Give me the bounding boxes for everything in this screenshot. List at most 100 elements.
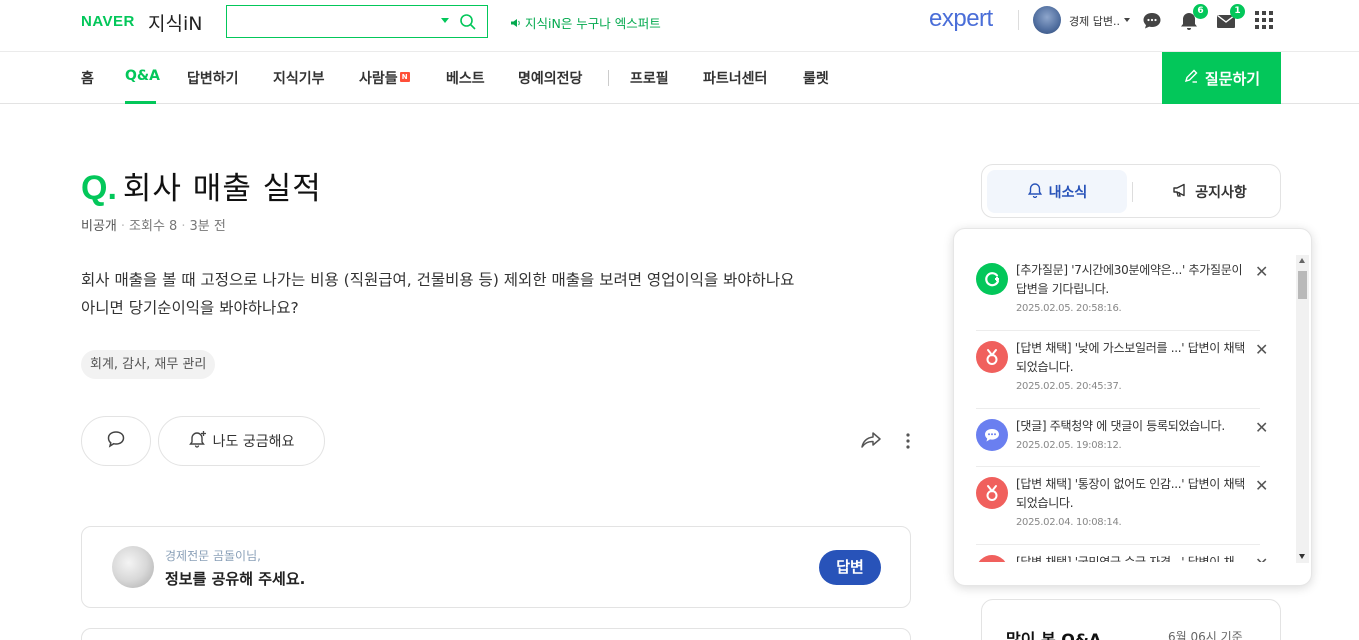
comment-button[interactable] bbox=[81, 416, 151, 466]
app-grid-icon[interactable] bbox=[1254, 10, 1276, 32]
notification-count-badge: 6 bbox=[1193, 4, 1208, 19]
notification-text: [답변 채택] '국민연금 수급 자격...' 답변이 채 bbox=[1016, 555, 1235, 562]
notification-time: 2025.02.05. 20:58:16. bbox=[1016, 303, 1122, 314]
nav-item-partner-center[interactable]: 파트너센터 bbox=[703, 68, 767, 88]
nav-item-qna[interactable]: Q&A bbox=[125, 68, 160, 84]
chat-icon[interactable] bbox=[1141, 10, 1163, 32]
search-option-dropdown-icon[interactable] bbox=[441, 18, 449, 23]
share-icon[interactable] bbox=[860, 430, 882, 454]
mail-icon[interactable]: 1 bbox=[1215, 4, 1245, 32]
scrollbar-thumb[interactable] bbox=[1298, 271, 1307, 299]
me-too-curious-button[interactable]: 나도 궁금해요 bbox=[158, 416, 325, 466]
nav-active-indicator bbox=[125, 101, 156, 104]
comment-icon bbox=[976, 419, 1008, 451]
bell-icon[interactable]: 6 bbox=[1178, 4, 1208, 32]
add-question-icon bbox=[976, 263, 1008, 295]
close-icon[interactable]: ✕ bbox=[1255, 264, 1268, 280]
speaker-icon bbox=[510, 16, 521, 31]
user-name[interactable]: 경제 답변.. bbox=[1069, 13, 1120, 29]
nav-item-best[interactable]: 베스트 bbox=[446, 68, 485, 88]
search-icon[interactable] bbox=[459, 13, 477, 35]
me-too-curious-label: 나도 궁금해요 bbox=[212, 434, 295, 450]
new-badge: N bbox=[399, 72, 410, 82]
popular-qna-title: 많이 본 Q&A bbox=[1006, 630, 1102, 640]
nav-divider bbox=[608, 70, 609, 86]
adopted-icon bbox=[976, 341, 1008, 373]
list-item[interactable]: [답변 채택] '통장이 없어도 인감...' 답변이 채택되었습니다. 202… bbox=[976, 475, 1268, 545]
nav-item-donate[interactable]: 지식기부 bbox=[273, 68, 325, 88]
main-nav: 홈 Q&A 답변하기 지식기부 사람들 N 베스트 명예의전당 프로필 파트너센터… bbox=[0, 52, 1359, 104]
question-body-line: 회사 매출을 볼 때 고정으로 나가는 비용 (직원급여, 건물비용 등) 제외… bbox=[81, 271, 795, 289]
meta-dot: · bbox=[181, 219, 186, 234]
expert-promo-link[interactable]: 지식iN은 누구나 엑스퍼트 bbox=[510, 13, 661, 32]
next-card bbox=[81, 628, 911, 640]
more-options-icon[interactable] bbox=[903, 432, 913, 454]
notification-time: 2025.02.04. 10:08:14. bbox=[1016, 517, 1122, 528]
visibility-label: 비공개 bbox=[81, 219, 117, 234]
question-body-line: 아니면 당기순이익을 봐야하나요? bbox=[81, 299, 299, 317]
pencil-icon bbox=[1183, 68, 1199, 88]
scroll-up-arrow-icon[interactable] bbox=[1299, 258, 1305, 263]
bell-plus-icon bbox=[188, 430, 207, 452]
bell-icon bbox=[1027, 182, 1043, 202]
notification-text: [답변 채택] '낮에 가스보일러를 ...' 답변이 채택되었습니다. bbox=[1016, 341, 1245, 374]
answer-prompt-text: 정보를 공유해 주세요. bbox=[165, 570, 306, 588]
notification-text: [답변 채택] '통장이 없어도 인감...' 답변이 채택되었습니다. bbox=[1016, 477, 1245, 510]
ask-question-button[interactable]: 질문하기 bbox=[1162, 52, 1281, 104]
notification-time: 2025.02.05. 20:45:37. bbox=[1016, 381, 1122, 392]
meta-dot: · bbox=[120, 219, 126, 234]
nav-item-people[interactable]: 사람들 N bbox=[359, 68, 410, 88]
user-menu-caret-icon[interactable] bbox=[1124, 18, 1130, 22]
list-item[interactable]: [답변 채택] '낮에 가스보일러를 ...' 답변이 채택되었습니다. 202… bbox=[976, 339, 1268, 409]
answer-button[interactable]: 답변 bbox=[819, 550, 881, 585]
nav-item-home[interactable]: 홈 bbox=[81, 68, 94, 88]
answer-prompt-card: 경제전문 곰돌이님, 정보를 공유해 주세요. 답변 bbox=[81, 526, 911, 608]
question-meta: 비공개 · 조회수 8 · 3분 전 bbox=[81, 215, 226, 234]
scroll-down-arrow-icon[interactable] bbox=[1299, 554, 1305, 559]
close-icon[interactable]: ✕ bbox=[1255, 478, 1268, 494]
jisikin-logo[interactable]: 지식iN bbox=[148, 9, 202, 36]
comment-icon bbox=[106, 429, 126, 453]
close-icon[interactable]: ✕ bbox=[1255, 420, 1268, 436]
close-icon[interactable]: ✕ bbox=[1255, 342, 1268, 358]
question-mark-logo: Q. bbox=[81, 169, 117, 207]
avatar bbox=[112, 546, 154, 588]
page-title: 회사 매출 실적 bbox=[122, 171, 322, 207]
nav-item-roulette[interactable]: 룰렛 bbox=[803, 68, 829, 88]
naver-logo[interactable]: NAVER bbox=[81, 13, 135, 30]
adopted-icon bbox=[976, 555, 1008, 562]
ask-question-label: 질문하기 bbox=[1204, 69, 1261, 88]
scrollbar[interactable] bbox=[1296, 255, 1309, 563]
avatar[interactable] bbox=[1033, 6, 1061, 34]
nav-item-people-label: 사람들 bbox=[359, 71, 398, 87]
list-item[interactable]: [답변 채택] '국민연금 수급 자격...' 답변이 채 ✕ bbox=[976, 553, 1268, 562]
search-box bbox=[226, 5, 488, 38]
popular-qna-card: 많이 본 Q&A 6월 06시 기준 bbox=[981, 599, 1281, 640]
nav-item-profile[interactable]: 프로필 bbox=[630, 68, 669, 88]
view-count: 조회수 8 bbox=[129, 219, 178, 234]
notification-text: [추가질문] '7시간에30분에약은...' 추가질문이 답변을 기다립니다. bbox=[1016, 263, 1243, 296]
tab-notice[interactable]: 공지사항 bbox=[1142, 170, 1277, 213]
question-header: Q. 회사 매출 실적 bbox=[81, 163, 322, 208]
close-icon[interactable]: ✕ bbox=[1255, 556, 1268, 563]
tab-my-news-label: 내소식 bbox=[1048, 184, 1088, 201]
tab-my-news[interactable]: 내소식 bbox=[987, 170, 1127, 213]
nav-item-hall-of-fame[interactable]: 명예의전당 bbox=[518, 68, 582, 88]
search-input[interactable] bbox=[235, 6, 435, 36]
top-bar: NAVER 지식iN 지식iN은 누구나 엑스퍼트 expert 경제 답변..… bbox=[0, 0, 1359, 52]
category-tag[interactable]: 회계, 감사, 재무 관리 bbox=[81, 350, 216, 379]
notification-list: [추가질문] '7시간에30분에약은...' 추가질문이 답변을 기다립니다. … bbox=[954, 249, 1294, 562]
notification-text: [댓글] 주택청약 에 댓글이 등록되었습니다. bbox=[1016, 419, 1225, 433]
mail-count-badge: 1 bbox=[1230, 4, 1245, 19]
notification-time: 2025.02.05. 19:08:12. bbox=[1016, 440, 1122, 451]
tab-divider bbox=[1132, 182, 1133, 202]
expert-logo[interactable]: expert bbox=[929, 5, 993, 33]
list-item[interactable]: [추가질문] '7시간에30분에약은...' 추가질문이 답변을 기다립니다. … bbox=[976, 261, 1268, 331]
list-item[interactable]: [댓글] 주택청약 에 댓글이 등록되었습니다. 2025.02.05. 19:… bbox=[976, 417, 1268, 467]
popular-qna-date: 6월 06시 기준 bbox=[1168, 630, 1243, 640]
promo-text: 지식iN은 누구나 엑스퍼트 bbox=[525, 16, 661, 31]
adopted-icon bbox=[976, 477, 1008, 509]
posted-time: 3분 전 bbox=[189, 219, 226, 234]
tab-notice-label: 공지사항 bbox=[1195, 184, 1247, 201]
nav-item-answer[interactable]: 답변하기 bbox=[187, 68, 239, 88]
